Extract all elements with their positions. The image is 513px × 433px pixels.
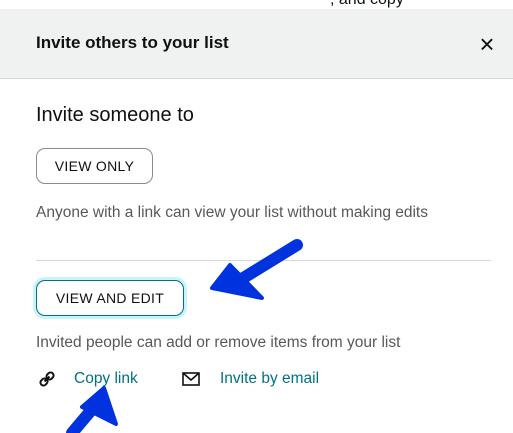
view-only-description: Anyone with a link can view your list wi… [36, 204, 428, 221]
view-and-edit-description: Invited people can add or remove items f… [36, 334, 401, 351]
divider [36, 260, 491, 261]
dialog-title: Invite others to your list [36, 33, 229, 52]
annotation-arrow-upper [210, 239, 303, 300]
cropped-text-strip: , and copy [0, 0, 513, 9]
invite-heading: Invite someone to [36, 104, 194, 126]
copy-link-label[interactable]: Copy link [74, 370, 138, 388]
invite-by-email-button[interactable]: Invite by email [182, 368, 319, 390]
view-and-edit-button[interactable]: VIEW AND EDIT [36, 280, 184, 316]
copy-link-button[interactable]: Copy link [38, 368, 138, 390]
view-only-button[interactable]: VIEW ONLY [36, 148, 153, 184]
close-button[interactable]: × [472, 29, 502, 59]
link-icon [38, 370, 56, 388]
dialog-header: Invite others to your list × [0, 9, 513, 79]
annotation-arrow-lower [66, 386, 118, 433]
invite-by-email-label[interactable]: Invite by email [220, 370, 319, 388]
cropped-text-fragment: , and copy [330, 0, 404, 9]
envelope-icon [182, 372, 200, 386]
